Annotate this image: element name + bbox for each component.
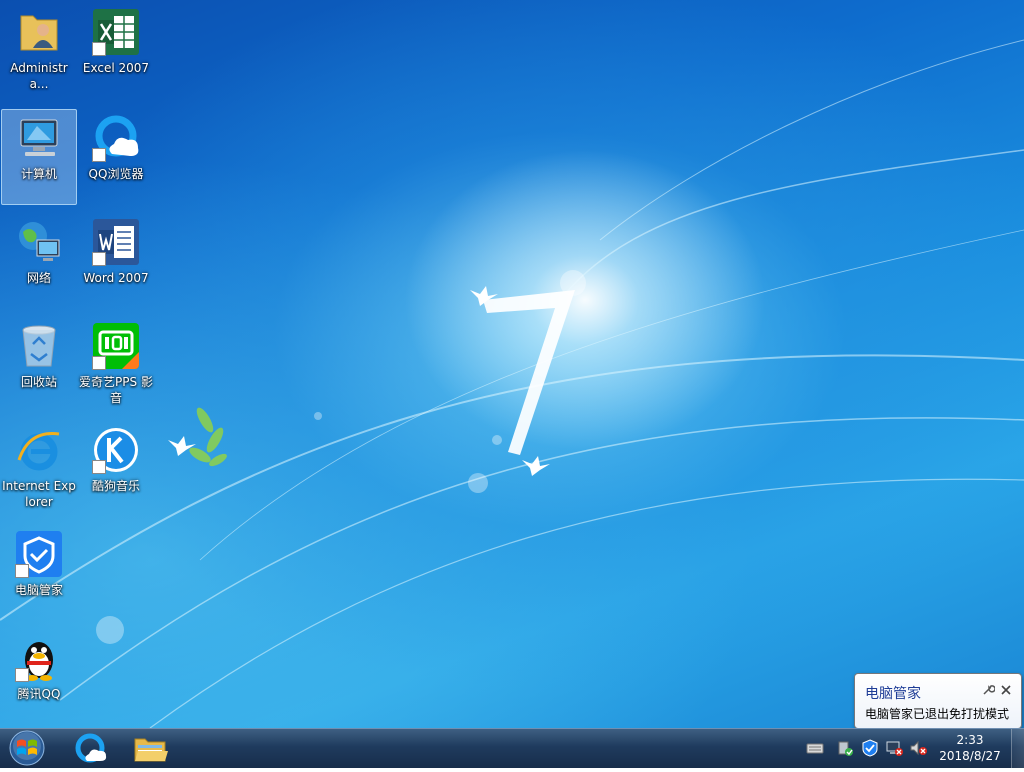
iqiyi-icon [92, 322, 140, 370]
notification-message: 电脑管家已退出免打扰模式 [865, 707, 1010, 721]
close-icon[interactable] [999, 682, 1013, 696]
notification-balloon[interactable]: 电脑管家 电脑管家已退出免打扰模式 [854, 673, 1022, 729]
network-disconnected-icon[interactable] [885, 739, 903, 757]
shortcut-arrow-icon [15, 668, 29, 682]
shortcut-arrow-icon [92, 148, 106, 162]
desktop-icon-label: 回收站 [20, 375, 57, 389]
desktop-icon-computer[interactable]: 计算机 [1, 109, 77, 205]
show-desktop-button[interactable] [1011, 729, 1024, 768]
desktop-icon-label: 网络 [26, 271, 51, 285]
desktop-icon-label: 爱奇艺PPS 影音 [79, 375, 153, 405]
network-icon [15, 218, 63, 266]
start-button[interactable] [4, 729, 50, 768]
desktop-icon-administrator[interactable]: Administra... [1, 3, 77, 99]
qq-penguin-icon [15, 634, 63, 682]
clock-time: 2:33 [956, 733, 984, 747]
taskbar-file-explorer[interactable] [122, 731, 178, 766]
shortcut-arrow-icon [15, 564, 29, 578]
desktop-icon-label: 计算机 [20, 167, 57, 181]
desktop-icon-label: 腾讯QQ [17, 687, 61, 701]
desktop-icon-word-2007[interactable]: Word 2007 [78, 213, 154, 309]
windows-logo-icon [9, 730, 45, 766]
desktop-icon-label: QQ浏览器 [88, 167, 144, 181]
clock-date: 2018/8/27 [939, 749, 1001, 763]
shortcut-arrow-icon [92, 356, 106, 370]
pc-manager-icon [15, 530, 63, 578]
desktop-icon-qq-browser[interactable]: QQ浏览器 [78, 109, 154, 205]
desktop-icon-iqiyi[interactable]: 爱奇艺PPS 影音 [78, 317, 154, 413]
shortcut-arrow-icon [92, 42, 106, 56]
windows-seven-graphic [483, 290, 575, 455]
taskbar-qq-browser[interactable] [62, 731, 118, 766]
taskbar: 2:33 2018/8/27 [0, 728, 1024, 768]
notification-title: 电脑管家 [865, 686, 921, 702]
keyboard-icon[interactable] [806, 739, 824, 757]
desktop-icon-pc-manager[interactable]: 电脑管家 [1, 525, 77, 621]
taskbar-clock[interactable]: 2:33 2018/8/27 [932, 732, 1008, 764]
qq-browser-icon [75, 733, 107, 763]
desktop-icon-kugou-music[interactable]: 酷狗音乐 [78, 421, 154, 517]
desktop-icon-label: Excel 2007 [82, 61, 150, 75]
recycle-bin-icon [15, 322, 63, 370]
pc-manager-shield-icon[interactable] [861, 739, 879, 757]
excel-icon [92, 8, 140, 56]
desktop-icon-label: Word 2007 [83, 271, 149, 285]
qq-browser-icon [92, 114, 140, 162]
desktop-icon-internet-explorer[interactable]: Internet Explorer [1, 421, 77, 517]
desktop-icon-label: Administra... [10, 61, 68, 91]
desktop[interactable]: Administra... 计算机 网络 回收站 Internet Explor… [0, 0, 1024, 728]
file-explorer-icon [134, 738, 168, 762]
shortcut-arrow-icon [92, 252, 106, 266]
desktop-icon-network[interactable]: 网络 [1, 213, 77, 309]
kugou-icon [92, 426, 140, 474]
word-icon [92, 218, 140, 266]
desktop-icon-qq[interactable]: 腾讯QQ [1, 629, 77, 725]
usb-safe-remove-icon[interactable] [836, 739, 854, 757]
wrench-icon[interactable] [981, 682, 996, 696]
user-folder-icon [15, 8, 63, 56]
desktop-icon-recycle-bin[interactable]: 回收站 [1, 317, 77, 413]
volume-muted-icon[interactable] [909, 739, 927, 757]
desktop-icon-label: 电脑管家 [14, 583, 63, 597]
desktop-icon-label: Internet Explorer [2, 479, 76, 509]
desktop-icon-label: 酷狗音乐 [91, 479, 140, 493]
internet-explorer-icon [15, 426, 63, 474]
computer-icon [15, 114, 63, 162]
shortcut-arrow-icon [92, 460, 106, 474]
desktop-icon-excel-2007[interactable]: Excel 2007 [78, 3, 154, 99]
